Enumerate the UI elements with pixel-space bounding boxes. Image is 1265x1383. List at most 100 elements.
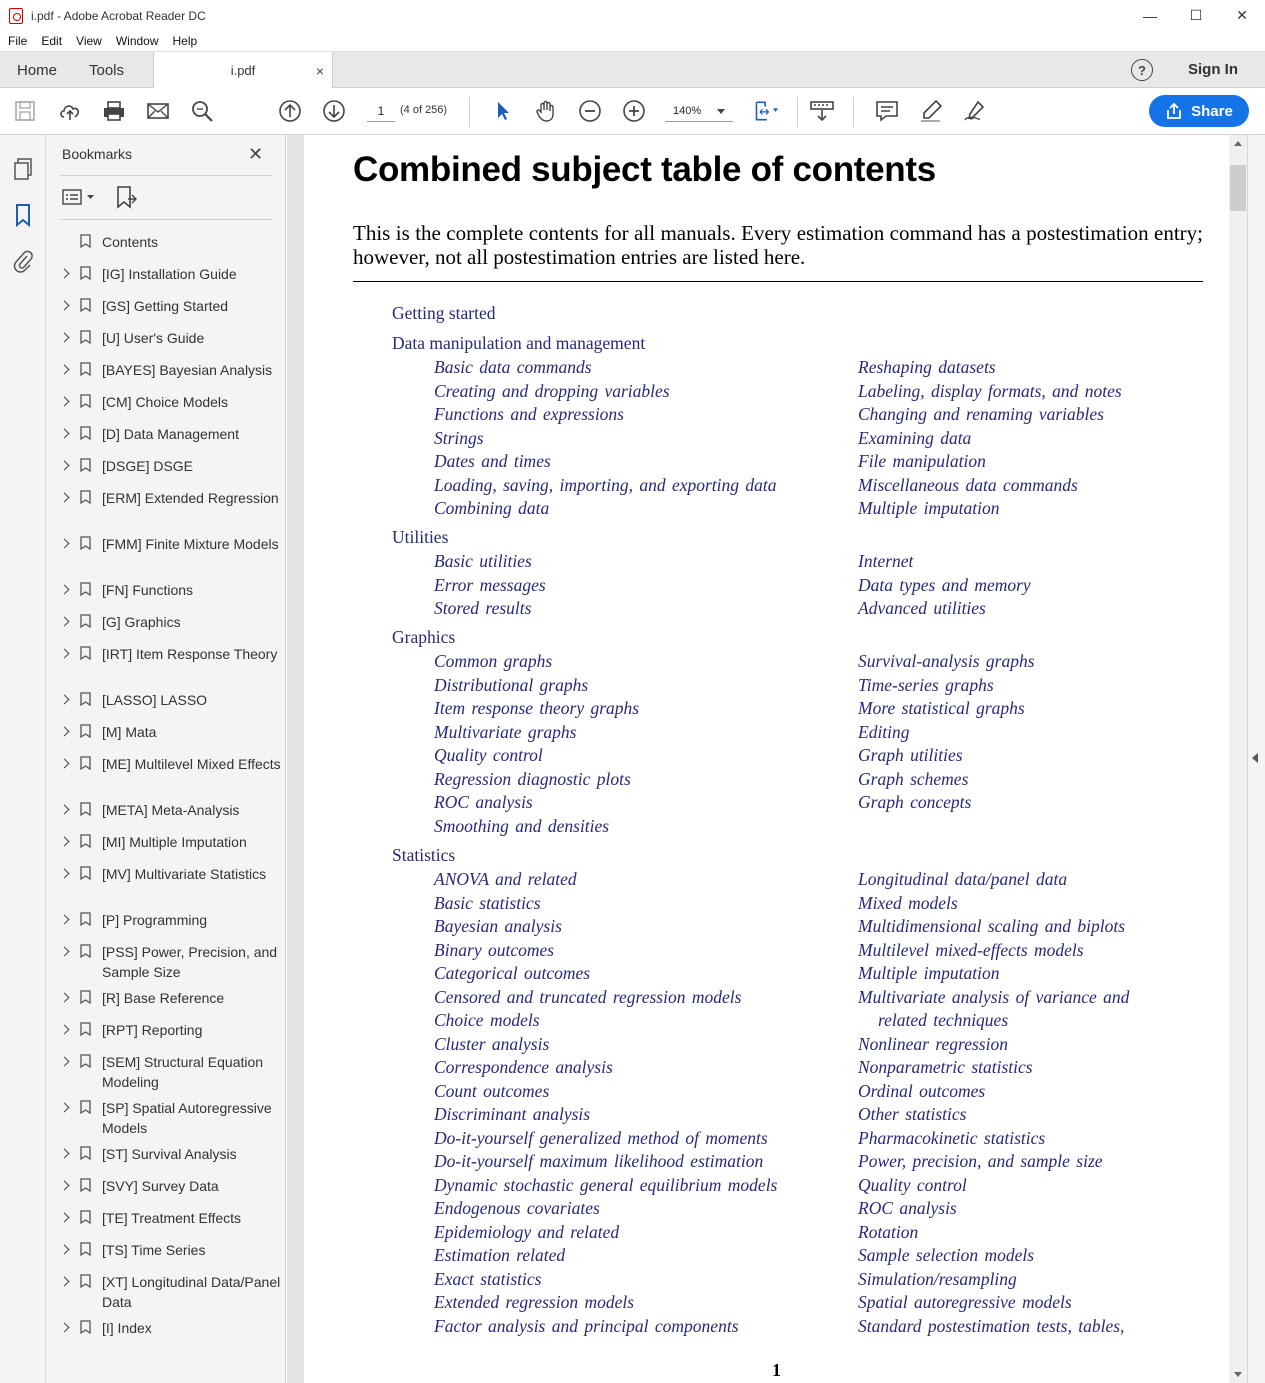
select-cursor-icon[interactable]: [489, 98, 515, 124]
toc-entry-link[interactable]: Basic statistics: [434, 893, 541, 914]
toc-entry-link[interactable]: Correspondence analysis: [434, 1057, 613, 1078]
toc-entry-link[interactable]: Smoothing and densities: [434, 816, 609, 837]
close-window-button[interactable]: ✕: [1219, 0, 1265, 31]
toc-entry-link[interactable]: Choice models: [434, 1010, 540, 1031]
toc-entry-link[interactable]: ANOVA and related: [434, 869, 577, 890]
toc-entry-link[interactable]: Nonparametric statistics: [858, 1057, 1033, 1078]
toc-entry-link[interactable]: Labeling, display formats, and notes: [858, 381, 1122, 402]
toc-entry-link[interactable]: Multivariate graphs: [434, 722, 576, 743]
toc-entry-link[interactable]: Common graphs: [434, 651, 552, 672]
toc-entry-link[interactable]: Strings: [434, 428, 484, 449]
chevron-right-icon[interactable]: [59, 694, 70, 705]
chevron-right-icon[interactable]: [59, 992, 70, 1003]
tab-home[interactable]: Home: [17, 52, 57, 88]
toc-entry-link[interactable]: Power, precision, and sample size: [858, 1151, 1103, 1172]
toc-entry-link[interactable]: related techniques: [878, 1010, 1008, 1031]
chevron-right-icon[interactable]: [59, 804, 70, 815]
menu-edit[interactable]: Edit: [41, 34, 62, 48]
chevron-right-icon[interactable]: [59, 914, 70, 925]
toc-entry-link[interactable]: Mixed models: [858, 893, 958, 914]
toc-entry-link[interactable]: Changing and renaming variables: [858, 404, 1104, 425]
toc-entry-link[interactable]: Time-series graphs: [858, 675, 994, 696]
toc-entry-link[interactable]: Spatial autoregressive models: [858, 1292, 1072, 1313]
tab-document[interactable]: i.pdf ×: [153, 52, 333, 89]
toc-entry-link[interactable]: Exact statistics: [434, 1269, 541, 1290]
menu-help[interactable]: Help: [173, 34, 198, 48]
previous-page-icon[interactable]: [277, 98, 303, 124]
toc-entry-link[interactable]: Rotation: [858, 1222, 918, 1243]
toc-entry-link[interactable]: Factor analysis and principal components: [434, 1316, 739, 1337]
toc-section-link[interactable]: Data manipulation and management: [392, 333, 645, 354]
toc-entry-link[interactable]: Cluster analysis: [434, 1034, 549, 1055]
menu-file[interactable]: File: [8, 34, 27, 48]
toc-entry-link[interactable]: Data types and memory: [858, 575, 1031, 596]
toc-entry-link[interactable]: Extended regression models: [434, 1292, 634, 1313]
chevron-right-icon[interactable]: [59, 428, 70, 439]
toc-entry-link[interactable]: Examining data: [858, 428, 971, 449]
highlight-pen-icon[interactable]: [918, 98, 944, 124]
share-button[interactable]: Share: [1149, 95, 1249, 127]
chevron-right-icon[interactable]: [59, 946, 70, 957]
toc-entry-link[interactable]: Advanced utilities: [858, 598, 986, 619]
scroll-up-icon[interactable]: [1234, 141, 1242, 146]
toc-entry-link[interactable]: ROC analysis: [434, 792, 533, 813]
chevron-right-icon[interactable]: [59, 1212, 70, 1223]
toc-entry-link[interactable]: Longitudinal data/panel data: [858, 869, 1067, 890]
toc-entry-link[interactable]: ROC analysis: [858, 1198, 957, 1219]
save-icon[interactable]: [12, 98, 38, 124]
expand-right-panel-icon[interactable]: [1252, 753, 1258, 763]
toc-entry-link[interactable]: Pharmacokinetic statistics: [858, 1128, 1045, 1149]
chevron-right-icon[interactable]: [59, 758, 70, 769]
attachments-icon[interactable]: [12, 249, 34, 273]
toc-entry-link[interactable]: Discriminant analysis: [434, 1104, 590, 1125]
toc-entry-link[interactable]: Distributional graphs: [434, 675, 588, 696]
toc-entry-link[interactable]: Multiple imputation: [858, 498, 1000, 519]
bookmarks-panel-icon[interactable]: [12, 203, 34, 228]
chevron-right-icon[interactable]: [59, 1322, 70, 1333]
chevron-right-icon[interactable]: [59, 616, 70, 627]
menu-window[interactable]: Window: [116, 34, 159, 48]
zoom-in-icon[interactable]: [621, 98, 647, 124]
toc-entry-link[interactable]: Multidimensional scaling and biplots: [858, 916, 1125, 937]
toc-entry-link[interactable]: More statistical graphs: [858, 698, 1025, 719]
zoom-out-icon[interactable]: [577, 98, 603, 124]
scroll-down-icon[interactable]: [1234, 1372, 1242, 1377]
page-number-input[interactable]: 1: [367, 100, 395, 122]
chevron-right-icon[interactable]: [59, 538, 70, 549]
toc-entry-link[interactable]: Standard postestimation tests, tables,: [858, 1316, 1124, 1337]
fit-page-icon[interactable]: [753, 98, 779, 124]
toc-entry-link[interactable]: Survival-analysis graphs: [858, 651, 1035, 672]
chevron-right-icon[interactable]: [59, 396, 70, 407]
email-icon[interactable]: [145, 98, 171, 124]
toc-entry-link[interactable]: Censored and truncated regression models: [434, 987, 741, 1008]
tab-tools[interactable]: Tools: [89, 52, 124, 88]
toc-section-link[interactable]: Graphics: [392, 627, 455, 648]
chevron-right-icon[interactable]: [59, 1244, 70, 1255]
toc-entry-link[interactable]: Quality control: [858, 1175, 967, 1196]
next-page-icon[interactable]: [321, 98, 347, 124]
zoom-level-select[interactable]: 140%: [665, 100, 733, 122]
toc-entry-link[interactable]: Dates and times: [434, 451, 551, 472]
toc-entry-link[interactable]: Dynamic stochastic general equilibrium m…: [434, 1175, 777, 1196]
toc-entry-link[interactable]: Multilevel mixed-effects models: [858, 940, 1084, 961]
chevron-right-icon[interactable]: [59, 836, 70, 847]
chevron-right-icon[interactable]: [59, 364, 70, 375]
scrolling-mode-icon[interactable]: [809, 98, 835, 124]
toc-entry-link[interactable]: Stored results: [434, 598, 531, 619]
chevron-right-icon[interactable]: [59, 726, 70, 737]
toc-entry-link[interactable]: Reshaping datasets: [858, 357, 996, 378]
toc-entry-link[interactable]: Multiple imputation: [858, 963, 1000, 984]
toc-entry-link[interactable]: File manipulation: [858, 451, 986, 472]
maximize-button[interactable]: ☐: [1173, 0, 1219, 31]
chevron-right-icon[interactable]: [59, 1180, 70, 1191]
toc-section-link[interactable]: Getting started: [392, 303, 496, 324]
chevron-right-icon[interactable]: [59, 1148, 70, 1159]
comment-icon[interactable]: [874, 98, 900, 124]
scrollbar-thumb[interactable]: [1230, 165, 1246, 211]
toc-entry-link[interactable]: Sample selection models: [858, 1245, 1034, 1266]
close-tab-icon[interactable]: ×: [316, 63, 324, 79]
chevron-right-icon[interactable]: [59, 584, 70, 595]
toc-entry-link[interactable]: Graph concepts: [858, 792, 971, 813]
chevron-right-icon[interactable]: [59, 1276, 70, 1287]
close-panel-icon[interactable]: ✕: [248, 144, 263, 165]
